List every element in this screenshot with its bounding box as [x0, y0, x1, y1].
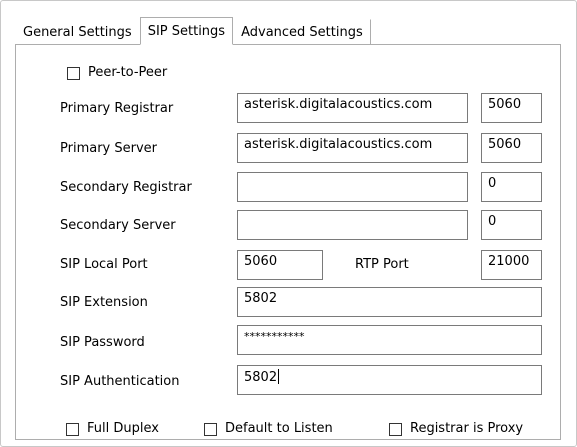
sip-extension-field[interactable]: 5802	[237, 287, 542, 317]
sip-local-port-label: SIP Local Port	[60, 257, 148, 272]
sip-authentication-value: 5802	[244, 370, 278, 385]
settings-window: General Settings SIP Settings Advanced S…	[0, 0, 577, 447]
secondary-registrar-host-field[interactable]	[237, 172, 468, 202]
default-to-listen-checkbox[interactable]	[204, 423, 217, 436]
rtp-port-label: RTP Port	[355, 257, 409, 272]
primary-server-label: Primary Server	[60, 141, 157, 156]
sip-password-label: SIP Password	[60, 335, 145, 350]
primary-registrar-label: Primary Registrar	[60, 101, 174, 116]
tab-sip-settings[interactable]: SIP Settings	[139, 17, 234, 45]
secondary-server-host-field[interactable]	[237, 210, 468, 240]
tab-general-settings[interactable]: General Settings	[15, 19, 140, 44]
secondary-server-label: Secondary Server	[60, 218, 176, 233]
full-duplex-label: Full Duplex	[87, 421, 159, 436]
peer-to-peer-label: Peer-to-Peer	[88, 65, 168, 80]
primary-server-host-field[interactable]: asterisk.digitalacoustics.com	[237, 133, 468, 163]
primary-registrar-port-field[interactable]: 5060	[481, 93, 542, 123]
registrar-is-proxy-label: Registrar is Proxy	[410, 421, 524, 436]
sip-extension-label: SIP Extension	[60, 295, 148, 310]
sip-password-field[interactable]: ***********	[237, 325, 542, 355]
tab-advanced-settings[interactable]: Advanced Settings	[233, 19, 371, 44]
peer-to-peer-checkbox[interactable]	[67, 67, 80, 80]
secondary-registrar-label: Secondary Registrar	[60, 180, 192, 195]
text-cursor	[278, 369, 280, 384]
rtp-port-field[interactable]: 21000	[481, 250, 542, 280]
primary-registrar-host-field[interactable]: asterisk.digitalacoustics.com	[237, 93, 468, 123]
sip-local-port-field[interactable]: 5060	[237, 250, 323, 280]
primary-server-port-field[interactable]: 5060	[481, 133, 542, 163]
sip-settings-panel: Peer-to-Peer Primary Registrar asterisk.…	[15, 44, 561, 440]
registrar-is-proxy-checkbox[interactable]	[389, 423, 402, 436]
default-to-listen-label: Default to Listen	[225, 421, 333, 436]
secondary-server-port-field[interactable]: 0	[481, 210, 542, 240]
tab-strip: General Settings SIP Settings Advanced S…	[15, 17, 371, 45]
full-duplex-checkbox[interactable]	[66, 423, 79, 436]
secondary-registrar-port-field[interactable]: 0	[481, 172, 542, 202]
sip-authentication-label: SIP Authentication	[60, 374, 180, 389]
sip-authentication-field[interactable]: 5802	[237, 365, 542, 395]
